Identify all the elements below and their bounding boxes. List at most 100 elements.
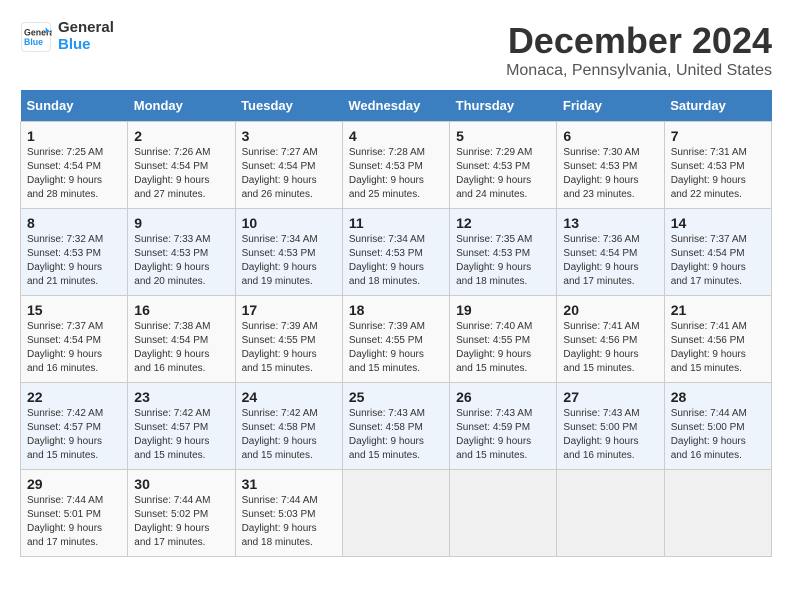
calendar-week-2: 8Sunrise: 7:32 AMSunset: 4:53 PMDaylight… (21, 209, 772, 296)
day-number: 14 (671, 215, 765, 231)
day-info: Sunrise: 7:41 AMSunset: 4:56 PMDaylight:… (563, 320, 657, 376)
day-info: Sunrise: 7:43 AMSunset: 4:58 PMDaylight:… (349, 407, 443, 463)
calendar-cell: 4 Sunrise: 7:28 AMSunset: 4:53 PMDaylight… (342, 122, 449, 209)
day-number: 18 (349, 302, 443, 318)
calendar-cell: 16 Sunrise: 7:38 AMSunset: 4:54 PMDayligh… (128, 296, 235, 383)
calendar-body: 1 Sunrise: 7:25 AMSunset: 4:54 PMDaylight… (21, 122, 772, 557)
calendar-cell: 25 Sunrise: 7:43 AMSunset: 4:58 PMDayligh… (342, 383, 449, 470)
calendar-cell: 26Sunrise: 7:43 AMSunset: 4:59 PMDayligh… (450, 383, 557, 470)
calendar-cell: 30Sunrise: 7:44 AMSunset: 5:02 PMDayligh… (128, 470, 235, 557)
calendar-week-5: 29 Sunrise: 7:44 AMSunset: 5:01 PMDayligh… (21, 470, 772, 557)
title-section: December 2024 Monaca, Pennsylvania, Unit… (506, 20, 772, 80)
day-number: 21 (671, 302, 765, 318)
day-info: Sunrise: 7:37 AMSunset: 4:54 PMDaylight:… (27, 320, 121, 376)
calendar-cell: 31Sunrise: 7:44 AMSunset: 5:03 PMDayligh… (235, 470, 342, 557)
day-info: Sunrise: 7:44 AMSunset: 5:03 PMDaylight:… (242, 494, 336, 550)
calendar-cell: 23 Sunrise: 7:42 AMSunset: 4:57 PMDayligh… (128, 383, 235, 470)
day-info: Sunrise: 7:42 AMSunset: 4:57 PMDaylight:… (27, 407, 121, 463)
day-number: 22 (27, 389, 121, 405)
day-number: 17 (242, 302, 336, 318)
day-info: Sunrise: 7:32 AMSunset: 4:53 PMDaylight:… (27, 233, 121, 289)
header-row: Sunday Monday Tuesday Wednesday Thursday… (21, 90, 772, 122)
calendar-cell: 13 Sunrise: 7:36 AMSunset: 4:54 PMDayligh… (557, 209, 664, 296)
day-info: Sunrise: 7:36 AMSunset: 4:54 PMDaylight:… (563, 233, 657, 289)
calendar-week-3: 15 Sunrise: 7:37 AMSunset: 4:54 PMDayligh… (21, 296, 772, 383)
day-info: Sunrise: 7:42 AMSunset: 4:58 PMDaylight:… (242, 407, 336, 463)
header-monday: Monday (128, 90, 235, 122)
day-info: Sunrise: 7:30 AMSunset: 4:53 PMDaylight:… (563, 146, 657, 202)
header-tuesday: Tuesday (235, 90, 342, 122)
logo-line1: General (58, 20, 114, 37)
calendar-cell: 10 Sunrise: 7:34 AMSunset: 4:53 PMDayligh… (235, 209, 342, 296)
calendar-cell: 24 Sunrise: 7:42 AMSunset: 4:58 PMDayligh… (235, 383, 342, 470)
calendar-cell (342, 470, 449, 557)
day-info: Sunrise: 7:38 AMSunset: 4:54 PMDaylight:… (134, 320, 228, 376)
calendar-cell: 21Sunrise: 7:41 AMSunset: 4:56 PMDayligh… (664, 296, 771, 383)
day-number: 23 (134, 389, 228, 405)
day-number: 9 (134, 215, 228, 231)
day-number: 12 (456, 215, 550, 231)
location-label: Monaca, Pennsylvania, United States (506, 62, 772, 80)
calendar-cell (450, 470, 557, 557)
day-number: 29 (27, 476, 121, 492)
day-info: Sunrise: 7:40 AMSunset: 4:55 PMDaylight:… (456, 320, 550, 376)
calendar-header: Sunday Monday Tuesday Wednesday Thursday… (21, 90, 772, 122)
calendar-cell: 19Sunrise: 7:40 AMSunset: 4:55 PMDayligh… (450, 296, 557, 383)
day-number: 27 (563, 389, 657, 405)
day-number: 15 (27, 302, 121, 318)
day-number: 1 (27, 128, 121, 144)
calendar-cell: 12 Sunrise: 7:35 AMSunset: 4:53 PMDayligh… (450, 209, 557, 296)
day-info: Sunrise: 7:43 AMSunset: 5:00 PMDaylight:… (563, 407, 657, 463)
day-number: 26 (456, 389, 550, 405)
day-number: 24 (242, 389, 336, 405)
page-header: General Blue General Blue December 2024 … (20, 20, 772, 80)
calendar-cell: 29 Sunrise: 7:44 AMSunset: 5:01 PMDayligh… (21, 470, 128, 557)
calendar-cell: 1 Sunrise: 7:25 AMSunset: 4:54 PMDaylight… (21, 122, 128, 209)
day-info: Sunrise: 7:29 AMSunset: 4:53 PMDaylight:… (456, 146, 550, 202)
day-info: Sunrise: 7:35 AMSunset: 4:53 PMDaylight:… (456, 233, 550, 289)
calendar-cell: 2Sunrise: 7:26 AMSunset: 4:54 PMDaylight… (128, 122, 235, 209)
day-info: Sunrise: 7:39 AMSunset: 4:55 PMDaylight:… (349, 320, 443, 376)
day-info: Sunrise: 7:28 AMSunset: 4:53 PMDaylight:… (349, 146, 443, 202)
day-number: 10 (242, 215, 336, 231)
calendar-cell: 5 Sunrise: 7:29 AMSunset: 4:53 PMDaylight… (450, 122, 557, 209)
calendar-cell: 11 Sunrise: 7:34 AMSunset: 4:53 PMDayligh… (342, 209, 449, 296)
day-number: 4 (349, 128, 443, 144)
day-info: Sunrise: 7:44 AMSunset: 5:00 PMDaylight:… (671, 407, 765, 463)
svg-text:Blue: Blue (24, 37, 43, 47)
day-info: Sunrise: 7:34 AMSunset: 4:53 PMDaylight:… (349, 233, 443, 289)
day-info: Sunrise: 7:34 AMSunset: 4:53 PMDaylight:… (242, 233, 336, 289)
calendar-week-4: 22 Sunrise: 7:42 AMSunset: 4:57 PMDayligh… (21, 383, 772, 470)
day-number: 11 (349, 215, 443, 231)
calendar-cell: 27 Sunrise: 7:43 AMSunset: 5:00 PMDayligh… (557, 383, 664, 470)
day-info: Sunrise: 7:42 AMSunset: 4:57 PMDaylight:… (134, 407, 228, 463)
calendar-cell (557, 470, 664, 557)
day-info: Sunrise: 7:39 AMSunset: 4:55 PMDaylight:… (242, 320, 336, 376)
header-thursday: Thursday (450, 90, 557, 122)
day-number: 16 (134, 302, 228, 318)
calendar-cell: 20 Sunrise: 7:41 AMSunset: 4:56 PMDayligh… (557, 296, 664, 383)
header-friday: Friday (557, 90, 664, 122)
day-info: Sunrise: 7:31 AMSunset: 4:53 PMDaylight:… (671, 146, 765, 202)
day-info: Sunrise: 7:25 AMSunset: 4:54 PMDaylight:… (27, 146, 121, 202)
calendar-week-1: 1 Sunrise: 7:25 AMSunset: 4:54 PMDaylight… (21, 122, 772, 209)
calendar-table: Sunday Monday Tuesday Wednesday Thursday… (20, 90, 772, 557)
calendar-cell: 7Sunrise: 7:31 AMSunset: 4:53 PMDaylight… (664, 122, 771, 209)
calendar-cell: 3Sunrise: 7:27 AMSunset: 4:54 PMDaylight… (235, 122, 342, 209)
month-year-title: December 2024 (506, 20, 772, 62)
day-info: Sunrise: 7:27 AMSunset: 4:54 PMDaylight:… (242, 146, 336, 202)
day-number: 5 (456, 128, 550, 144)
svg-text:General: General (24, 27, 52, 37)
day-number: 20 (563, 302, 657, 318)
day-number: 13 (563, 215, 657, 231)
calendar-cell: 22 Sunrise: 7:42 AMSunset: 4:57 PMDayligh… (21, 383, 128, 470)
day-info: Sunrise: 7:44 AMSunset: 5:01 PMDaylight:… (27, 494, 121, 550)
logo-icon: General Blue (20, 21, 52, 53)
day-info: Sunrise: 7:33 AMSunset: 4:53 PMDaylight:… (134, 233, 228, 289)
header-saturday: Saturday (664, 90, 771, 122)
calendar-cell: 15 Sunrise: 7:37 AMSunset: 4:54 PMDayligh… (21, 296, 128, 383)
day-info: Sunrise: 7:37 AMSunset: 4:54 PMDaylight:… (671, 233, 765, 289)
day-info: Sunrise: 7:26 AMSunset: 4:54 PMDaylight:… (134, 146, 228, 202)
calendar-cell: 8Sunrise: 7:32 AMSunset: 4:53 PMDaylight… (21, 209, 128, 296)
day-number: 25 (349, 389, 443, 405)
